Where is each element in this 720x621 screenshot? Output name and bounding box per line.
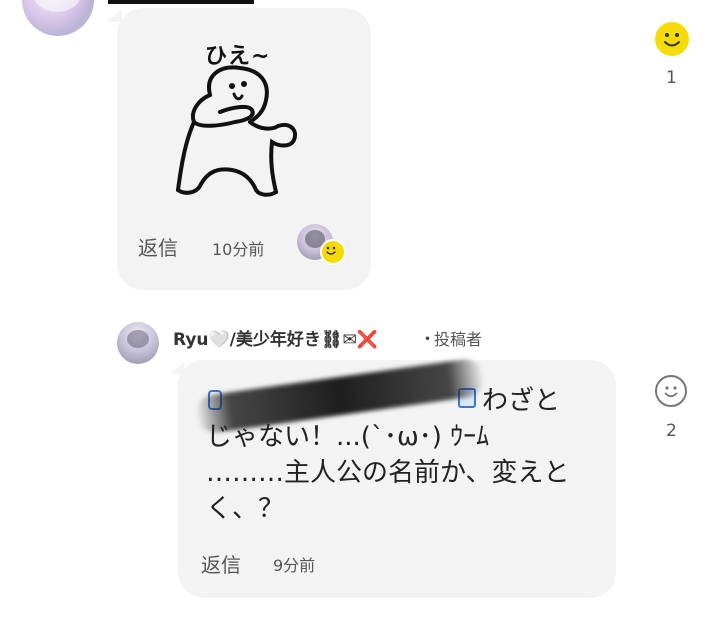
- prev-user-avatar[interactable]: [22, 0, 94, 36]
- timestamp: 10分前: [212, 240, 265, 259]
- smiley-reaction-icon[interactable]: [655, 22, 689, 56]
- reply-button[interactable]: 返信: [201, 549, 241, 578]
- message-line: じゃない！...(`･ω･) ｳｰﾑ: [206, 422, 490, 452]
- message-line: ………主人公の名前か、変えと: [206, 458, 570, 488]
- smiley-outline-icon[interactable]: [655, 375, 687, 407]
- timestamp: 9分前: [273, 556, 316, 575]
- message-line: わざと: [482, 386, 561, 416]
- mini-smiley-icon: [320, 239, 346, 265]
- reply-button[interactable]: 返信: [138, 232, 178, 261]
- sticker-image: [176, 65, 297, 197]
- username[interactable]: Ryu🤍/美少年好き⛓✉❌: [173, 325, 378, 350]
- reaction-count: 1: [666, 68, 677, 88]
- author-badge: 投稿者: [434, 330, 483, 349]
- user-avatar[interactable]: [117, 322, 159, 364]
- reaction-count: 2: [666, 421, 677, 441]
- divider: [108, 0, 254, 4]
- message-line: く、？: [206, 494, 285, 524]
